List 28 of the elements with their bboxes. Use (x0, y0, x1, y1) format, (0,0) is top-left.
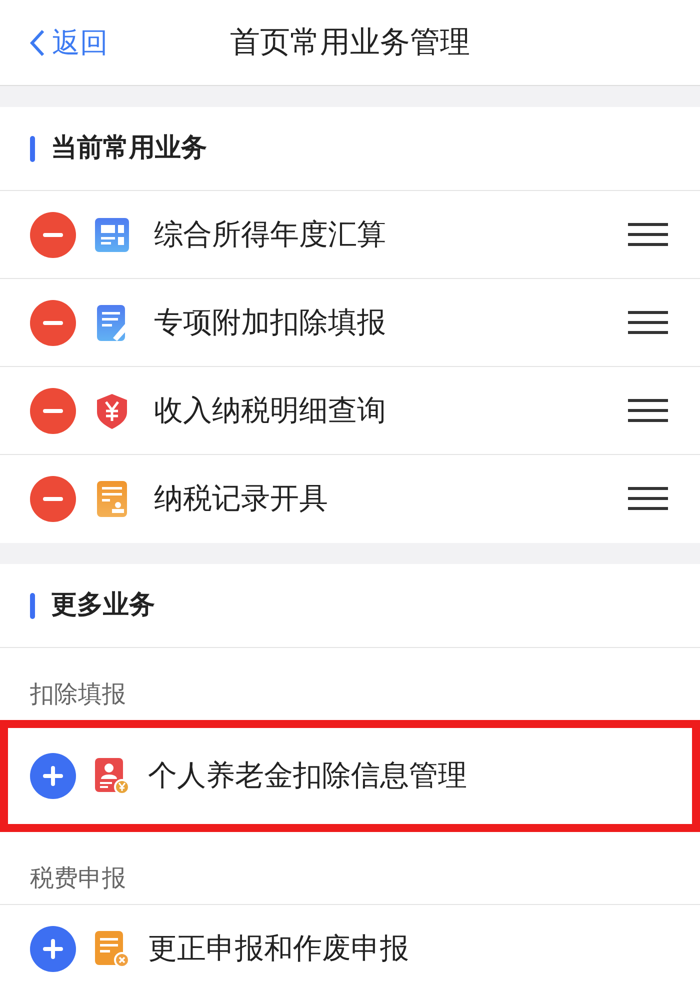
remove-button[interactable] (30, 300, 76, 346)
accent-bar (30, 136, 35, 162)
drag-handle-icon[interactable] (628, 308, 668, 336)
add-button[interactable] (30, 926, 76, 972)
document-cancel-icon (93, 930, 131, 968)
profile-card-icon (93, 757, 131, 795)
service-label: 更正申报和作废申报 (148, 930, 409, 967)
dashboard-icon (93, 216, 131, 254)
category-label: 税费申报 (30, 863, 126, 894)
drag-handle-icon[interactable] (628, 220, 668, 248)
section-title: 更多业务 (51, 589, 155, 622)
chevron-left-icon (28, 28, 46, 58)
remove-button[interactable] (30, 212, 76, 258)
service-label: 个人养老金扣除信息管理 (148, 757, 467, 794)
add-button[interactable] (30, 753, 76, 799)
service-label: 收入纳税明细查询 (154, 392, 387, 429)
page-title: 首页常用业务管理 (230, 24, 470, 62)
drag-handle-icon[interactable] (628, 396, 668, 424)
drag-handle-icon[interactable] (628, 485, 668, 513)
service-label: 纳税记录开具 (154, 480, 329, 518)
category-label: 扣除填报 (30, 679, 126, 710)
section-title: 当前常用业务 (51, 132, 207, 165)
remove-button[interactable] (30, 476, 76, 522)
remove-button[interactable] (30, 388, 76, 434)
back-button[interactable]: 返回 (28, 22, 108, 64)
service-label: 综合所得年度汇算 (154, 216, 387, 253)
service-label: 专项附加扣除填报 (154, 304, 387, 341)
accent-bar (30, 592, 35, 618)
